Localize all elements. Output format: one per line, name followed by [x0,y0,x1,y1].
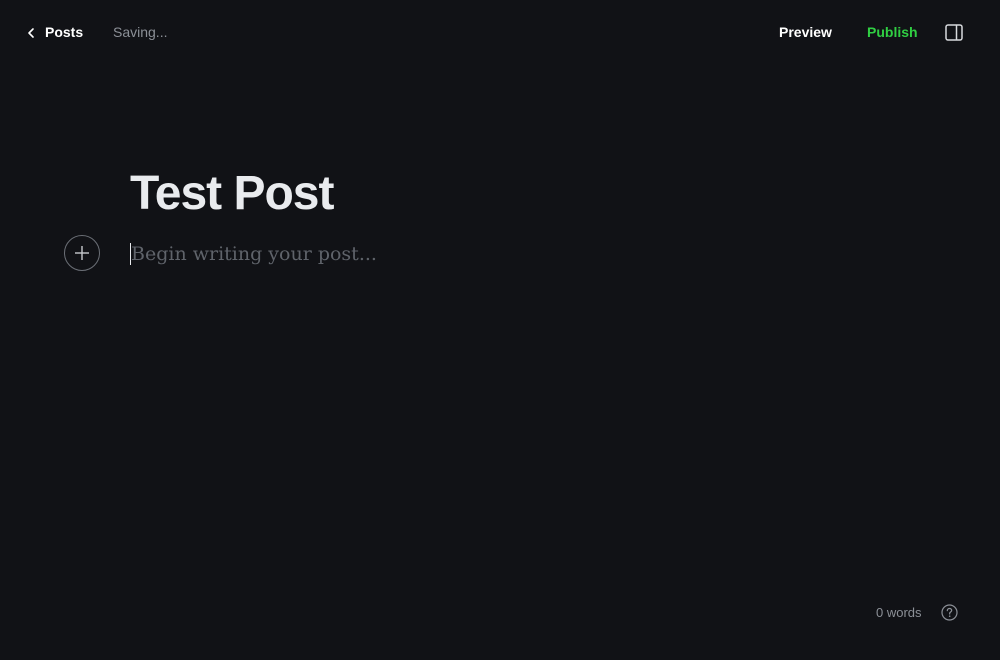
editor-topbar: Posts Saving... Preview Publish [0,0,1000,64]
chevron-left-icon [27,26,35,38]
back-link-label: Posts [45,24,84,40]
back-to-posts-link[interactable]: Posts [27,22,83,42]
sidebar-toggle-icon[interactable] [945,24,963,41]
preview-button[interactable]: Preview [779,22,832,42]
help-icon[interactable] [941,604,958,621]
add-card-button[interactable] [64,235,100,271]
editor-page: Posts Saving... Preview Publish Test Pos… [0,0,1000,660]
plus-icon [75,246,89,260]
publish-button[interactable]: Publish [867,22,918,42]
post-title[interactable]: Test Post [130,164,334,224]
save-status: Saving... [113,24,168,40]
word-count: 0 words [876,605,922,620]
post-body-placeholder[interactable]: Begin writing your post... [131,240,377,268]
